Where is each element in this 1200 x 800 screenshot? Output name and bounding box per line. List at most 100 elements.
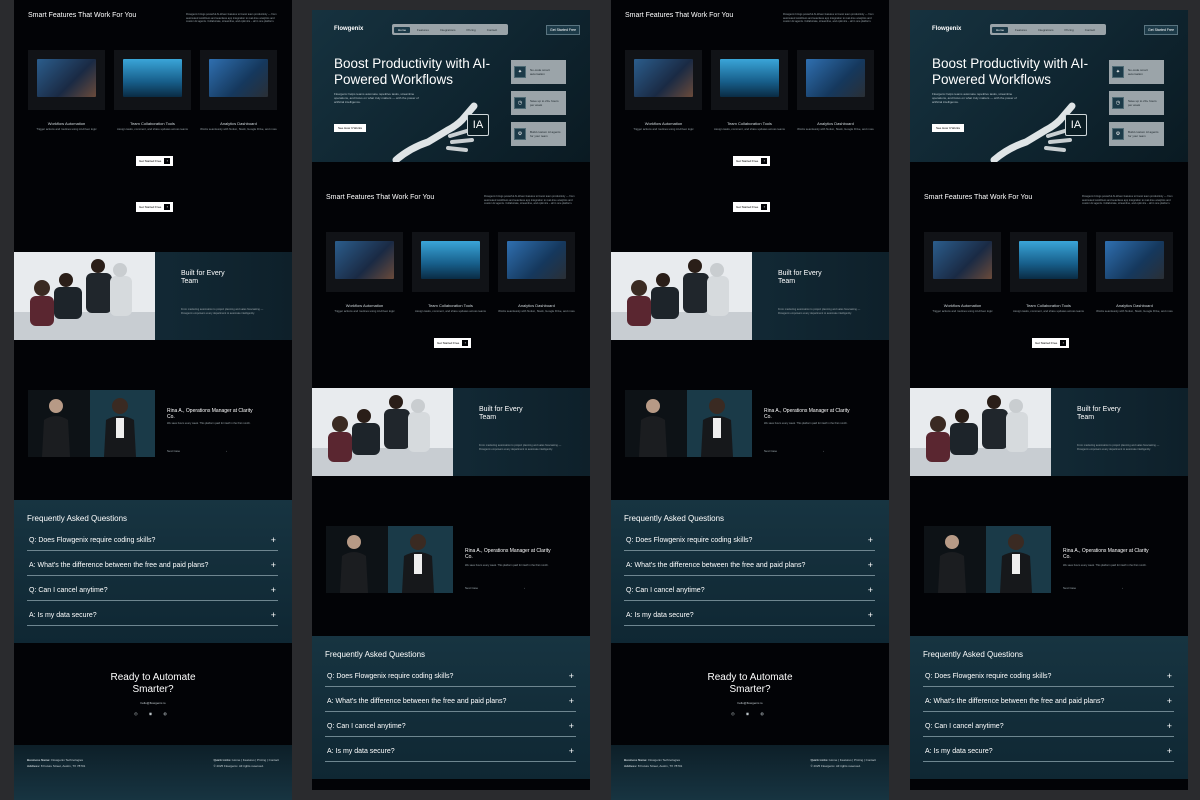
get-started-button[interactable]: Get Started Free › [733,156,771,166]
nav-integrations[interactable]: Integrations [1034,27,1058,33]
feature-image [37,59,96,97]
see-how-button[interactable]: See How It Works [334,124,366,132]
nav-integrations[interactable]: Integrations [436,27,460,33]
nav-pricing[interactable]: Pricing [463,27,480,33]
nav-cta-button[interactable]: Get Started Free [546,25,581,35]
testimonial-illustration [326,526,453,593]
faq-item[interactable]: A: What's the difference between the fre… [325,691,576,712]
feature-card [498,232,575,292]
chevron-right-icon: › [226,449,227,453]
faq-item[interactable]: A: Is my data secure? + [325,741,576,762]
next-case-link[interactable]: Next Case › [465,586,525,590]
feature-sub: Trigger actions and routines using AI-dr… [633,127,694,131]
features-section: Smart Features That Work For You Flowgen… [910,162,1188,388]
see-how-button[interactable]: See How It Works [932,124,964,132]
social-icons[interactable]: ◎ ◉ ◍ [14,711,292,716]
plus-icon: + [1166,721,1172,731]
feature-image [806,59,865,97]
nav-contact[interactable]: Contact [1081,27,1099,33]
get-started-button[interactable]: Get Started Free › [136,202,174,212]
brand-logo[interactable]: Flowgenix [932,26,961,32]
team-illustration [14,252,155,340]
faq-item[interactable]: A: What's the difference between the fre… [27,555,278,576]
sparkle-icon: ✦ [514,66,526,78]
faq-item[interactable]: A: What's the difference between the fre… [624,555,875,576]
feature-sub: Trigger actions and routines using AI-dr… [334,309,395,313]
social-icons[interactable]: ◎ ◉ ◍ [611,711,889,716]
feature-sub: Assign tasks, comment, and share updates… [117,127,188,131]
feature-name: Workflow Automation [47,121,86,126]
nav-cta-button[interactable]: Get Started Free [1144,25,1179,35]
faq-item[interactable]: Q: Can I cancel anytime? + [325,716,576,737]
team-illustration [312,388,453,476]
testimonial-illustration [28,390,155,457]
team-photo [14,252,155,340]
faq-item[interactable]: Q: Can I cancel anytime? + [923,716,1174,737]
nav-bar: Home Features Integrations Pricing Conta… [990,24,1106,35]
team-section: Built for Every Team From marketing auto… [14,252,292,340]
footer-right: Quick Links: Home | Features | Pricing |… [213,758,279,768]
brand-logo[interactable]: Flowgenix [334,26,363,32]
team-photo [611,252,752,340]
chevron-right-icon: › [823,449,824,453]
get-started-button[interactable]: Get Started Free › [733,202,771,212]
faq-item[interactable]: A: Is my data secure? + [624,605,875,626]
faq-item[interactable]: A: What's the difference between the fre… [923,691,1174,712]
footer-right: Quick Links: Home | Features | Pricing |… [810,758,876,768]
nav-contact[interactable]: Contact [483,27,501,33]
next-case-link[interactable]: Next Case › [167,449,227,453]
plus-icon: + [867,560,873,570]
cta-section: Ready to Automate Smarter? hello@flowgen… [14,645,292,745]
faq-item[interactable]: Q: Does Flowgenix require coding skills?… [325,666,576,687]
features-desc: Flowgenix brings powerful AI-driven feat… [484,195,575,206]
nav-home[interactable]: Home [394,26,411,33]
ia-badge: IA [467,114,489,136]
nav-pricing[interactable]: Pricing [1061,27,1078,33]
next-case-link[interactable]: Next Case › [764,449,824,453]
footer-left: Business Name: Flowgenix Technologies Ad… [624,758,683,768]
hero-card: ◷ Save up to 20+ hours per week [1109,91,1164,115]
arrow-icon: › [761,204,768,210]
nav-features[interactable]: Features [1011,27,1031,33]
plus-icon: + [867,585,873,595]
cta-title: Ready to Automate Smarter? [707,672,793,695]
team-desc: From marketing automation to project pla… [479,444,562,451]
feature-image [421,241,480,279]
cta-title: Ready to Automate Smarter? [110,672,196,695]
feature-sub: Assign tasks, comment, and share updates… [1013,309,1084,313]
feature-sub: Works seamlessly with Notion, Slack, Goo… [1096,309,1173,313]
nav-features[interactable]: Features [413,27,433,33]
nav-home[interactable]: Home [992,26,1009,33]
faq-item[interactable]: Q: Can I cancel anytime? + [27,580,278,601]
testimonial-photo [625,390,752,457]
faq-item[interactable]: Q: Does Flowgenix require coding skills?… [923,666,1174,687]
faq-item[interactable]: A: Is my data secure? + [923,741,1174,762]
faq-item[interactable]: Q: Does Flowgenix require coding skills?… [624,530,875,551]
testimonial-section: Rina A., Operations Manager at Clarity C… [910,476,1188,636]
faq-section: Frequently Asked Questions Q: Does Flowg… [312,636,590,779]
feature-sub: Assign tasks, comment, and share updates… [714,127,785,131]
faq-item[interactable]: A: Is my data secure? + [27,605,278,626]
sparkle-icon: ✦ [1112,66,1124,78]
faq-title: Frequently Asked Questions [325,650,426,659]
cta-email[interactable]: hello@flowgenix.io [14,701,292,705]
hero-card: ✦ No-code smart automation [1109,60,1164,84]
features-desc: Flowgenix brings powerful AI-driven feat… [783,13,874,24]
hero-card: ⚙ Build custom AI agents for your team [511,122,566,146]
get-started-button[interactable]: Get Started Free › [1032,338,1070,348]
hero-title: Boost Productivity with AI-Powered Workf… [932,56,1089,87]
get-started-button[interactable]: Get Started Free › [434,338,472,348]
next-case-link[interactable]: Next Case › [1063,586,1123,590]
get-started-button[interactable]: Get Started Free › [136,156,174,166]
plus-icon: + [867,610,873,620]
testimonial-name: Rina A., Operations Manager at Clarity C… [465,548,551,560]
feature-name: Analytics Dashboard [220,121,257,126]
plus-icon: + [270,535,276,545]
cta-email[interactable]: hello@flowgenix.io [611,701,889,705]
feature-name: Workflow Automation [644,121,683,126]
testimonial-section: Rina A., Operations Manager at Clarity C… [14,340,292,498]
faq-item[interactable]: Q: Can I cancel anytime? + [624,580,875,601]
faq-item[interactable]: Q: Does Flowgenix require coding skills?… [27,530,278,551]
testimonial-illustration [625,390,752,457]
team-section: Built for Every Team From marketing auto… [910,388,1188,476]
